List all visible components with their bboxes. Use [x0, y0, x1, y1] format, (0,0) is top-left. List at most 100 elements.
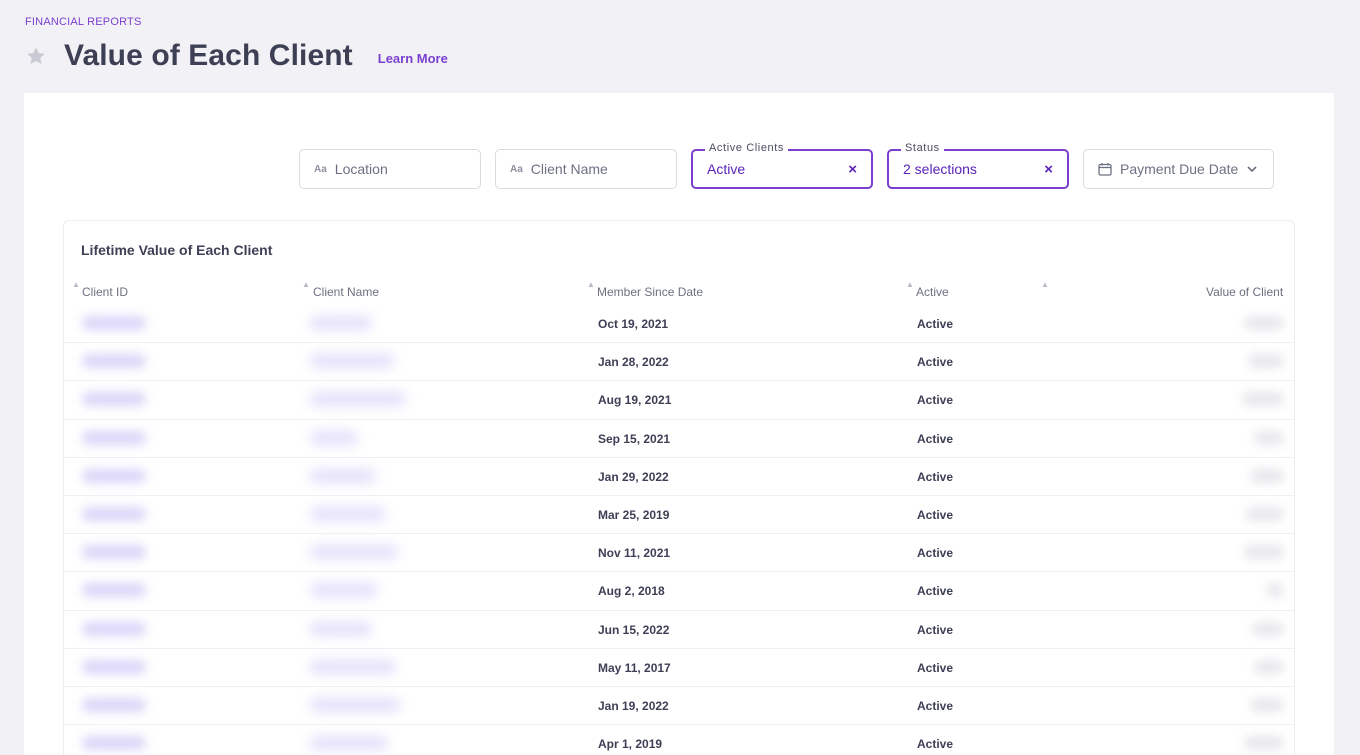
redacted-client-name [310, 621, 372, 636]
redacted-client-value [1252, 621, 1284, 636]
member-since-cell: Mar 25, 2019 [598, 507, 670, 522]
learn-more-link[interactable]: Learn More [378, 51, 448, 66]
table-body: Oct 19, 2021 Active Jan 28, 2022 Active Aug … [64, 305, 1294, 755]
text-type-icon: Aa [510, 163, 523, 175]
table-row[interactable]: Sep 15, 2021 Active [64, 420, 1294, 458]
redacted-client-value [1244, 545, 1284, 560]
active-status-cell: Active [917, 317, 954, 331]
member-since-cell: Aug 19, 2021 [598, 393, 672, 408]
table-row[interactable]: Jun 15, 2022 Active [64, 611, 1294, 649]
location-placeholder: Location [334, 161, 388, 177]
active-status-cell: Active [917, 469, 954, 484]
title-row: Value of Each Client Learn More [25, 38, 448, 74]
table-row[interactable]: Jan 28, 2022 Active [64, 343, 1294, 382]
redacted-client-id [82, 583, 146, 598]
text-type-icon: Aa [314, 163, 327, 175]
redacted-client-name [310, 583, 378, 598]
table-row[interactable]: Apr 1, 2019 Active [64, 725, 1294, 755]
column-header-member-since[interactable]: Member Since Date [597, 285, 703, 299]
clear-status-button[interactable]: × [1044, 161, 1053, 178]
member-since-cell: Nov 11, 2021 [598, 546, 671, 561]
active-status-cell: Active [917, 698, 954, 713]
redacted-client-value [1266, 583, 1284, 598]
member-since-cell: Jun 15, 2022 [598, 622, 670, 637]
member-since-cell: May 11, 2017 [598, 660, 671, 675]
payment-due-date-label: Payment Due Date [1120, 161, 1239, 177]
redacted-client-id [82, 392, 146, 407]
active-status-cell: Active [917, 660, 954, 675]
member-since-cell: Jan 19, 2022 [598, 698, 669, 713]
redacted-client-id [82, 659, 146, 674]
sort-icon[interactable]: ▲ [906, 280, 914, 289]
active-status-cell: Active [917, 355, 954, 370]
table-row[interactable]: Oct 19, 2021 Active [64, 305, 1294, 344]
active-status-cell: Active [917, 584, 954, 599]
redacted-client-name [310, 736, 388, 751]
active-status-cell: Active [917, 546, 954, 561]
calendar-icon [1098, 162, 1112, 176]
table-header: ▲ Client ID ▲ Client Name ▲ Member Since… [64, 280, 1294, 305]
chevron-down-icon [1246, 163, 1258, 175]
redacted-client-name [310, 468, 376, 483]
table-title: Lifetime Value of Each Client [81, 242, 273, 258]
status-filter-label: Status [901, 142, 944, 154]
redacted-client-id [82, 316, 146, 330]
sort-icon[interactable]: ▲ [302, 280, 310, 289]
redacted-client-name [310, 354, 394, 369]
breadcrumb[interactable]: FINANCIAL REPORTS [25, 16, 141, 28]
sort-icon[interactable]: ▲ [1041, 280, 1049, 289]
star-icon[interactable] [25, 45, 47, 67]
redacted-client-value [1246, 506, 1284, 521]
clear-active-clients-button[interactable]: × [848, 161, 857, 178]
member-since-cell: Oct 19, 2021 [598, 317, 669, 331]
column-header-client-name[interactable]: Client Name [313, 285, 379, 299]
table-row[interactable]: Nov 11, 2021 Active [64, 534, 1294, 573]
table-row[interactable]: Jan 19, 2022 Active [64, 687, 1294, 726]
column-header-client-id[interactable]: Client ID [82, 285, 128, 299]
table-row[interactable]: Jan 29, 2022 Active [64, 458, 1294, 496]
redacted-client-value [1250, 468, 1284, 483]
redacted-client-id [82, 621, 146, 636]
report-panel: Aa Location Aa Client Name Active Client… [24, 93, 1334, 755]
redacted-client-name [310, 659, 396, 674]
redacted-client-id [82, 697, 146, 712]
redacted-client-value [1254, 659, 1284, 674]
active-status-cell: Active [917, 737, 954, 752]
client-value-table-card: Lifetime Value of Each Client ▲ Client I… [63, 220, 1295, 755]
active-status-cell: Active [917, 393, 954, 408]
table-row[interactable]: Mar 25, 2019 Active [64, 496, 1294, 535]
table-row[interactable]: Aug 2, 2018 Active [64, 572, 1294, 611]
status-filter-value: 2 selections [903, 161, 977, 177]
redacted-client-value [1250, 697, 1284, 712]
redacted-client-id [82, 545, 146, 560]
redacted-client-value [1248, 354, 1284, 369]
redacted-client-value [1242, 392, 1284, 407]
member-since-cell: Jan 28, 2022 [598, 355, 669, 370]
sort-icon[interactable]: ▲ [72, 280, 80, 289]
table-row[interactable]: Aug 19, 2021 Active [64, 381, 1294, 420]
active-clients-filter-value: Active [707, 161, 746, 177]
redacted-client-id [82, 354, 146, 369]
redacted-client-name [310, 506, 386, 521]
column-header-value-of-client[interactable]: Value of Client [1206, 285, 1283, 299]
column-header-active[interactable]: Active [916, 285, 949, 299]
redacted-client-value [1254, 430, 1284, 445]
page-title: Value of Each Client [64, 39, 353, 72]
active-status-cell: Active [917, 507, 954, 522]
active-status-cell: Active [917, 431, 954, 446]
redacted-client-id [82, 468, 146, 483]
status-filter[interactable]: Status 2 selections × [887, 142, 1069, 189]
member-since-cell: Aug 2, 2018 [598, 584, 665, 599]
redacted-client-id [82, 736, 146, 751]
payment-due-date-filter[interactable]: Payment Due Date [1083, 149, 1274, 189]
table-row[interactable]: May 11, 2017 Active [64, 649, 1294, 687]
redacted-client-id [82, 430, 146, 445]
client-name-filter-input[interactable]: Aa Client Name [495, 149, 677, 189]
redacted-client-name [310, 316, 372, 330]
location-filter-input[interactable]: Aa Location [299, 149, 481, 189]
active-clients-filter[interactable]: Active Clients Active × [691, 142, 873, 189]
client-name-placeholder: Client Name [530, 161, 608, 177]
redacted-client-id [82, 506, 146, 521]
redacted-client-name [310, 430, 358, 445]
sort-icon[interactable]: ▲ [587, 280, 595, 289]
